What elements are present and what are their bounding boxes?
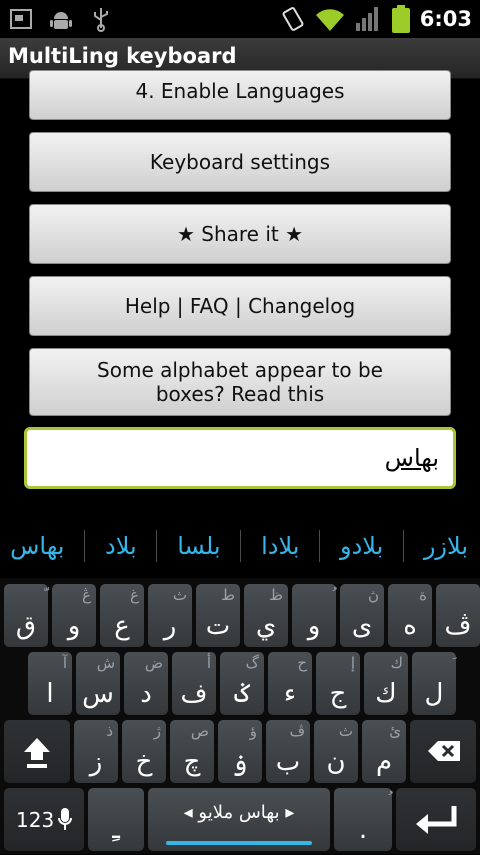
candidate-word[interactable]: بلازر xyxy=(424,532,468,560)
keyboard-settings-button[interactable]: Keyboard settings xyxy=(29,132,451,192)
battery-icon xyxy=(391,5,410,33)
key[interactable]: ئم xyxy=(362,720,406,783)
key[interactable]: آا xyxy=(28,652,72,715)
candidate-divider xyxy=(403,530,405,562)
key[interactable]: طت xyxy=(196,584,240,647)
key[interactable]: ڽى xyxy=(340,584,384,647)
share-it-button[interactable]: ★ Share it ★ xyxy=(29,204,451,264)
key[interactable]: ةه xyxy=(388,584,432,647)
space-key[interactable]: ◂ بهاس ملايو ▸ xyxy=(148,788,330,851)
shift-key[interactable] xyxy=(4,720,70,783)
candidate-word[interactable]: بلادا xyxy=(261,532,299,560)
candidate-divider xyxy=(84,530,86,562)
key[interactable]: ُو xyxy=(292,584,336,647)
app-title: MultiLing keyboard xyxy=(8,44,237,68)
key[interactable]: غع xyxy=(100,584,144,647)
signal-icon xyxy=(355,7,378,31)
key[interactable]: ّق xyxy=(4,584,48,647)
clock: 6:03 xyxy=(419,7,472,31)
text-input[interactable]: بهاس xyxy=(24,427,456,489)
backspace-icon xyxy=(428,741,460,761)
screenshot-icon xyxy=(10,9,32,29)
vibrate-icon xyxy=(282,7,304,31)
key[interactable]: كك xyxy=(364,652,408,715)
input-text: بهاس xyxy=(384,444,439,472)
usb-icon xyxy=(94,8,108,32)
period-key[interactable]: ُ. xyxy=(334,788,392,851)
language-label: ◂ بهاس ملايو ▸ xyxy=(183,802,295,823)
key[interactable]: حء xyxy=(268,652,312,715)
alphabet-boxes-button[interactable]: Some alphabet appear to be boxes? Read t… xyxy=(29,348,451,416)
key[interactable]: ثن xyxy=(314,720,358,783)
candidate-word[interactable]: بلسا xyxy=(177,532,220,560)
key[interactable]: إج xyxy=(316,652,360,715)
backspace-key[interactable] xyxy=(410,720,476,783)
candidate-bar: بلازر بلادو بلادا بلسا بلاد بهاس xyxy=(0,520,480,572)
shift-icon xyxy=(24,738,50,768)
candidate-divider xyxy=(319,530,321,562)
key[interactable]: َل xyxy=(412,652,456,715)
help-faq-changelog-button[interactable]: Help | FAQ | Changelog xyxy=(29,276,451,336)
candidate-divider xyxy=(156,530,158,562)
diacritic-key[interactable]: ـِ xyxy=(88,788,144,851)
key[interactable]: ڠو xyxy=(52,584,96,647)
key[interactable]: ظي xyxy=(244,584,288,647)
candidate-divider xyxy=(240,530,242,562)
space-indicator xyxy=(166,841,312,845)
candidate-word[interactable]: بلادو xyxy=(340,532,383,560)
enable-languages-button[interactable]: 4. Enable Languages xyxy=(29,70,451,120)
soft-keyboard: ڤ ةه ڽى ُو ظي طت ثر غع ڠو ّق آا شس ضد أف… xyxy=(0,578,480,854)
key[interactable]: ڤب xyxy=(266,720,310,783)
enter-icon xyxy=(416,806,457,834)
key[interactable]: گݢ xyxy=(220,652,264,715)
key[interactable]: ثر xyxy=(148,584,192,647)
candidate-word[interactable]: بهاس xyxy=(10,532,64,560)
android-debug-icon xyxy=(50,12,72,29)
status-bar: 6:03 xyxy=(0,0,480,38)
key[interactable]: شس xyxy=(76,652,120,715)
key[interactable]: أف xyxy=(172,652,216,715)
wifi-icon xyxy=(315,9,344,31)
key[interactable]: صچ xyxy=(170,720,214,783)
microphone-icon xyxy=(58,808,72,830)
key[interactable]: ؤۏ xyxy=(218,720,262,783)
key[interactable]: ذز xyxy=(74,720,118,783)
candidate-word[interactable]: بلاد xyxy=(105,532,137,560)
symbols-key-label: 123 xyxy=(16,808,55,832)
enter-key[interactable] xyxy=(396,788,476,851)
symbols-key[interactable]: 123 xyxy=(4,788,84,851)
key[interactable]: ڤ xyxy=(436,584,480,647)
key[interactable]: ضد xyxy=(124,652,168,715)
key[interactable]: ژخ xyxy=(122,720,166,783)
